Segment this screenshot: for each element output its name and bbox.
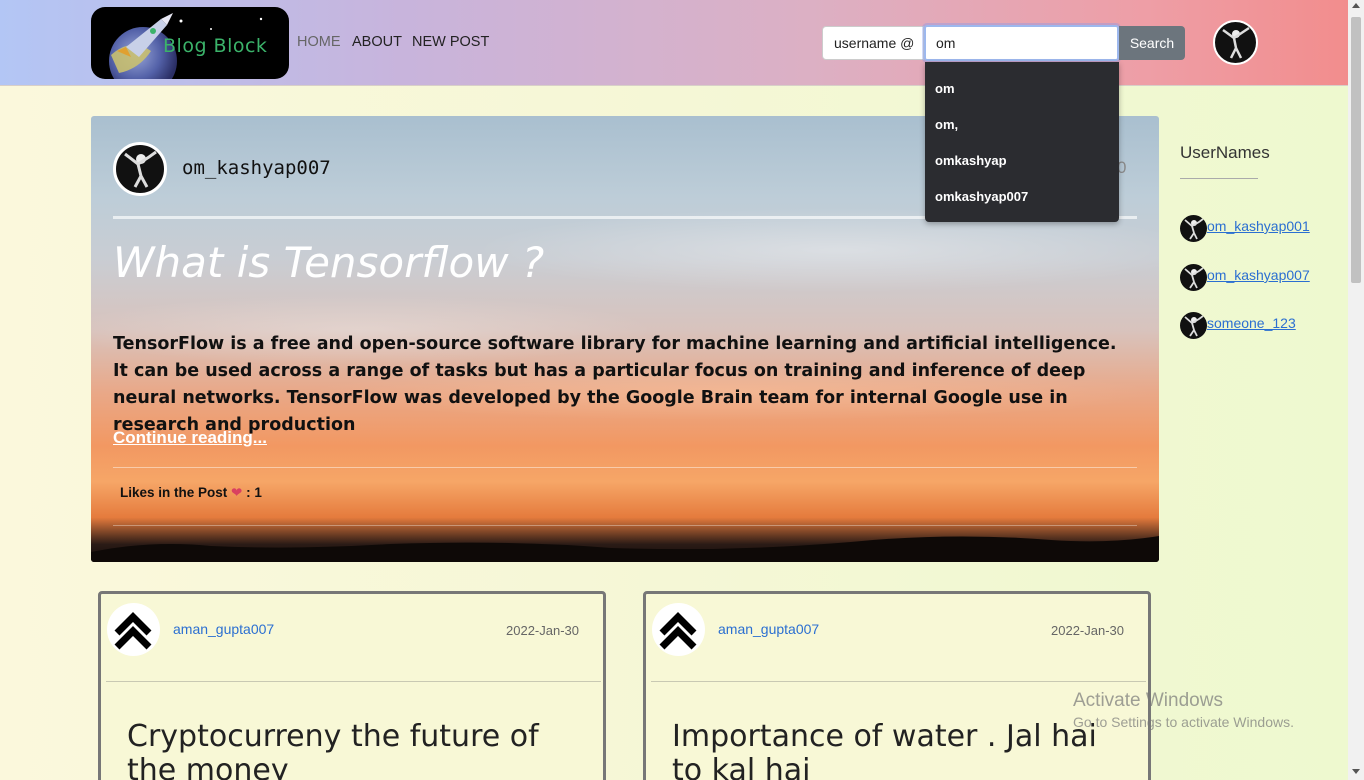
- user-avatar: [1180, 215, 1207, 242]
- author-avatar[interactable]: [652, 603, 705, 656]
- dab-figure-icon: [1184, 267, 1204, 289]
- dab-figure-icon: [1222, 26, 1250, 59]
- nav-new-post-link[interactable]: NEW POST: [412, 34, 489, 50]
- divider: [113, 467, 1137, 468]
- likes-label: Likes in the Post: [120, 485, 228, 500]
- scroll-up-arrow-icon[interactable]: [1352, 3, 1360, 8]
- card-date: 2022-Jan-30: [506, 623, 579, 638]
- page-scrollbar[interactable]: [1348, 0, 1364, 780]
- card-date: 2022-Jan-30: [1051, 623, 1124, 638]
- search-button[interactable]: Search: [1119, 26, 1185, 60]
- heart-icon[interactable]: ❤: [231, 485, 242, 500]
- divider: [113, 525, 1137, 526]
- continue-reading-link[interactable]: Continue reading...: [113, 428, 267, 448]
- suggestion-item[interactable]: om: [935, 81, 955, 96]
- search-suggestions-dropdown: om om, omkashyap omkashyap007: [925, 62, 1119, 222]
- post-card: aman_gupta007 2022-Jan-30 Cryptocurreny …: [98, 591, 606, 780]
- scrollbar-thumb[interactable]: [1351, 17, 1361, 283]
- scroll-down-arrow-icon[interactable]: [1352, 769, 1360, 774]
- divider: [1180, 178, 1258, 179]
- author-avatar[interactable]: [113, 142, 167, 196]
- dab-figure-icon: [1184, 315, 1204, 337]
- likes-counter: Likes in the Post ❤ : 1: [120, 485, 262, 501]
- dab-figure-icon: [124, 150, 157, 188]
- nav-home-link[interactable]: HOME: [297, 34, 341, 50]
- post-author-name[interactable]: om_kashyap007: [182, 157, 331, 179]
- brand-logo[interactable]: Blog Block: [91, 7, 289, 79]
- double-chevron-up-icon: [659, 612, 697, 650]
- dab-figure-icon: [1184, 218, 1204, 240]
- card-author-link[interactable]: aman_gupta007: [718, 621, 819, 637]
- nav-about-link[interactable]: ABOUT: [352, 34, 402, 50]
- activation-watermark-title: Activate Windows: [1073, 690, 1223, 711]
- card-author-link[interactable]: aman_gupta007: [173, 621, 274, 637]
- card-title[interactable]: Cryptocurreny the future of the money: [127, 720, 567, 780]
- sidebar-username-link[interactable]: om_kashyap001: [1207, 218, 1310, 234]
- post-title: What is Tensorflow ?: [113, 238, 545, 287]
- brand-name: Blog Block: [163, 35, 268, 57]
- divider: [651, 681, 1146, 682]
- divider: [106, 681, 601, 682]
- user-avatar: [1180, 264, 1207, 291]
- suggestion-item[interactable]: om,: [935, 117, 958, 132]
- author-avatar[interactable]: [107, 603, 160, 656]
- user-avatar: [1180, 312, 1207, 339]
- suggestion-item[interactable]: omkashyap: [935, 153, 1007, 168]
- likes-count: : 1: [246, 485, 262, 500]
- suggestion-item[interactable]: omkashyap007: [935, 189, 1028, 204]
- navbar: Blog Block HOME ABOUT NEW POST username …: [0, 0, 1348, 86]
- hills-silhouette: [91, 536, 1159, 562]
- search-input[interactable]: [924, 25, 1119, 61]
- double-chevron-up-icon: [114, 612, 152, 650]
- activation-watermark-text: Go to Settings to activate Windows.: [1073, 714, 1294, 730]
- sidebar-username-link[interactable]: someone_123: [1207, 315, 1296, 331]
- card-title[interactable]: Importance of water . Jal hai to kal hai: [672, 720, 1112, 780]
- post-card: aman_gupta007 2022-Jan-30 Importance of …: [643, 591, 1151, 780]
- profile-avatar[interactable]: [1213, 20, 1258, 65]
- search-prefix-label: username @: [822, 26, 924, 60]
- usernames-heading: UserNames: [1180, 143, 1270, 162]
- sidebar-username-link[interactable]: om_kashyap007: [1207, 267, 1310, 283]
- post-excerpt: TensorFlow is a free and open-source sof…: [113, 334, 1117, 435]
